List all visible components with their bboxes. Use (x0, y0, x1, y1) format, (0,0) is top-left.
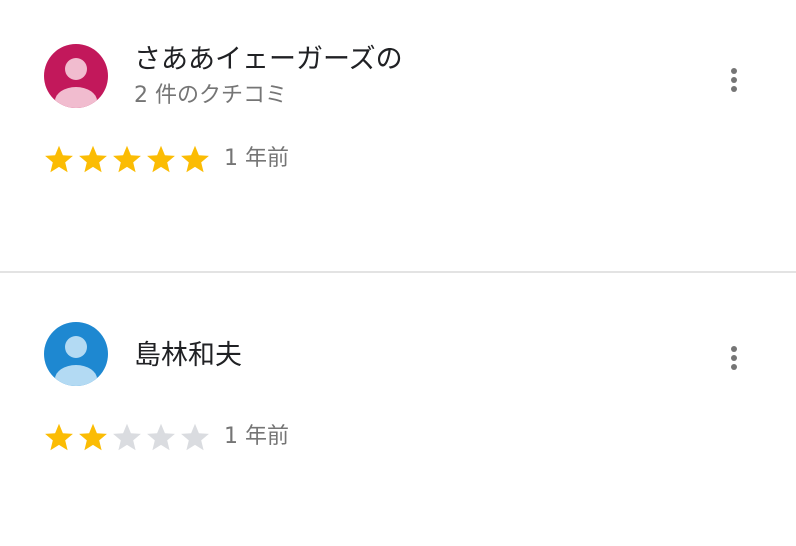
reviewer-avatar[interactable] (44, 322, 108, 386)
more-vert-icon (731, 68, 737, 92)
star-filled-icon (146, 144, 176, 174)
star-filled-icon (44, 144, 74, 174)
star-empty-icon (112, 422, 142, 452)
more-options-button[interactable] (716, 58, 752, 102)
more-options-button[interactable] (716, 336, 752, 380)
rating-row: 1 年前 (44, 143, 289, 175)
more-vert-icon (731, 346, 737, 370)
star-rating (44, 144, 214, 174)
person-icon (44, 44, 108, 108)
star-filled-icon (44, 422, 74, 452)
reviews-list: さああイェーガーズの 2 件のクチコミ 1 年前 島林和夫 1 年前 (0, 0, 796, 546)
reviewer-avatar[interactable] (44, 44, 108, 108)
review-item: さああイェーガーズの 2 件のクチコミ 1 年前 (0, 0, 796, 271)
reviewer-name[interactable]: 島林和夫 (134, 339, 242, 373)
rating-row: 1 年前 (44, 421, 289, 453)
review-time: 1 年前 (224, 424, 289, 449)
review-item: 島林和夫 1 年前 (0, 273, 796, 546)
person-icon (44, 322, 108, 386)
star-filled-icon (112, 144, 142, 174)
star-filled-icon (78, 144, 108, 174)
star-filled-icon (78, 422, 108, 452)
reviewer-name[interactable]: さああイェーガーズの (134, 43, 403, 77)
star-empty-icon (146, 422, 176, 452)
star-rating (44, 422, 214, 452)
star-filled-icon (180, 144, 210, 174)
reviewer-review-count: 2 件のクチコミ (134, 83, 287, 108)
review-time: 1 年前 (224, 146, 289, 171)
star-empty-icon (180, 422, 210, 452)
